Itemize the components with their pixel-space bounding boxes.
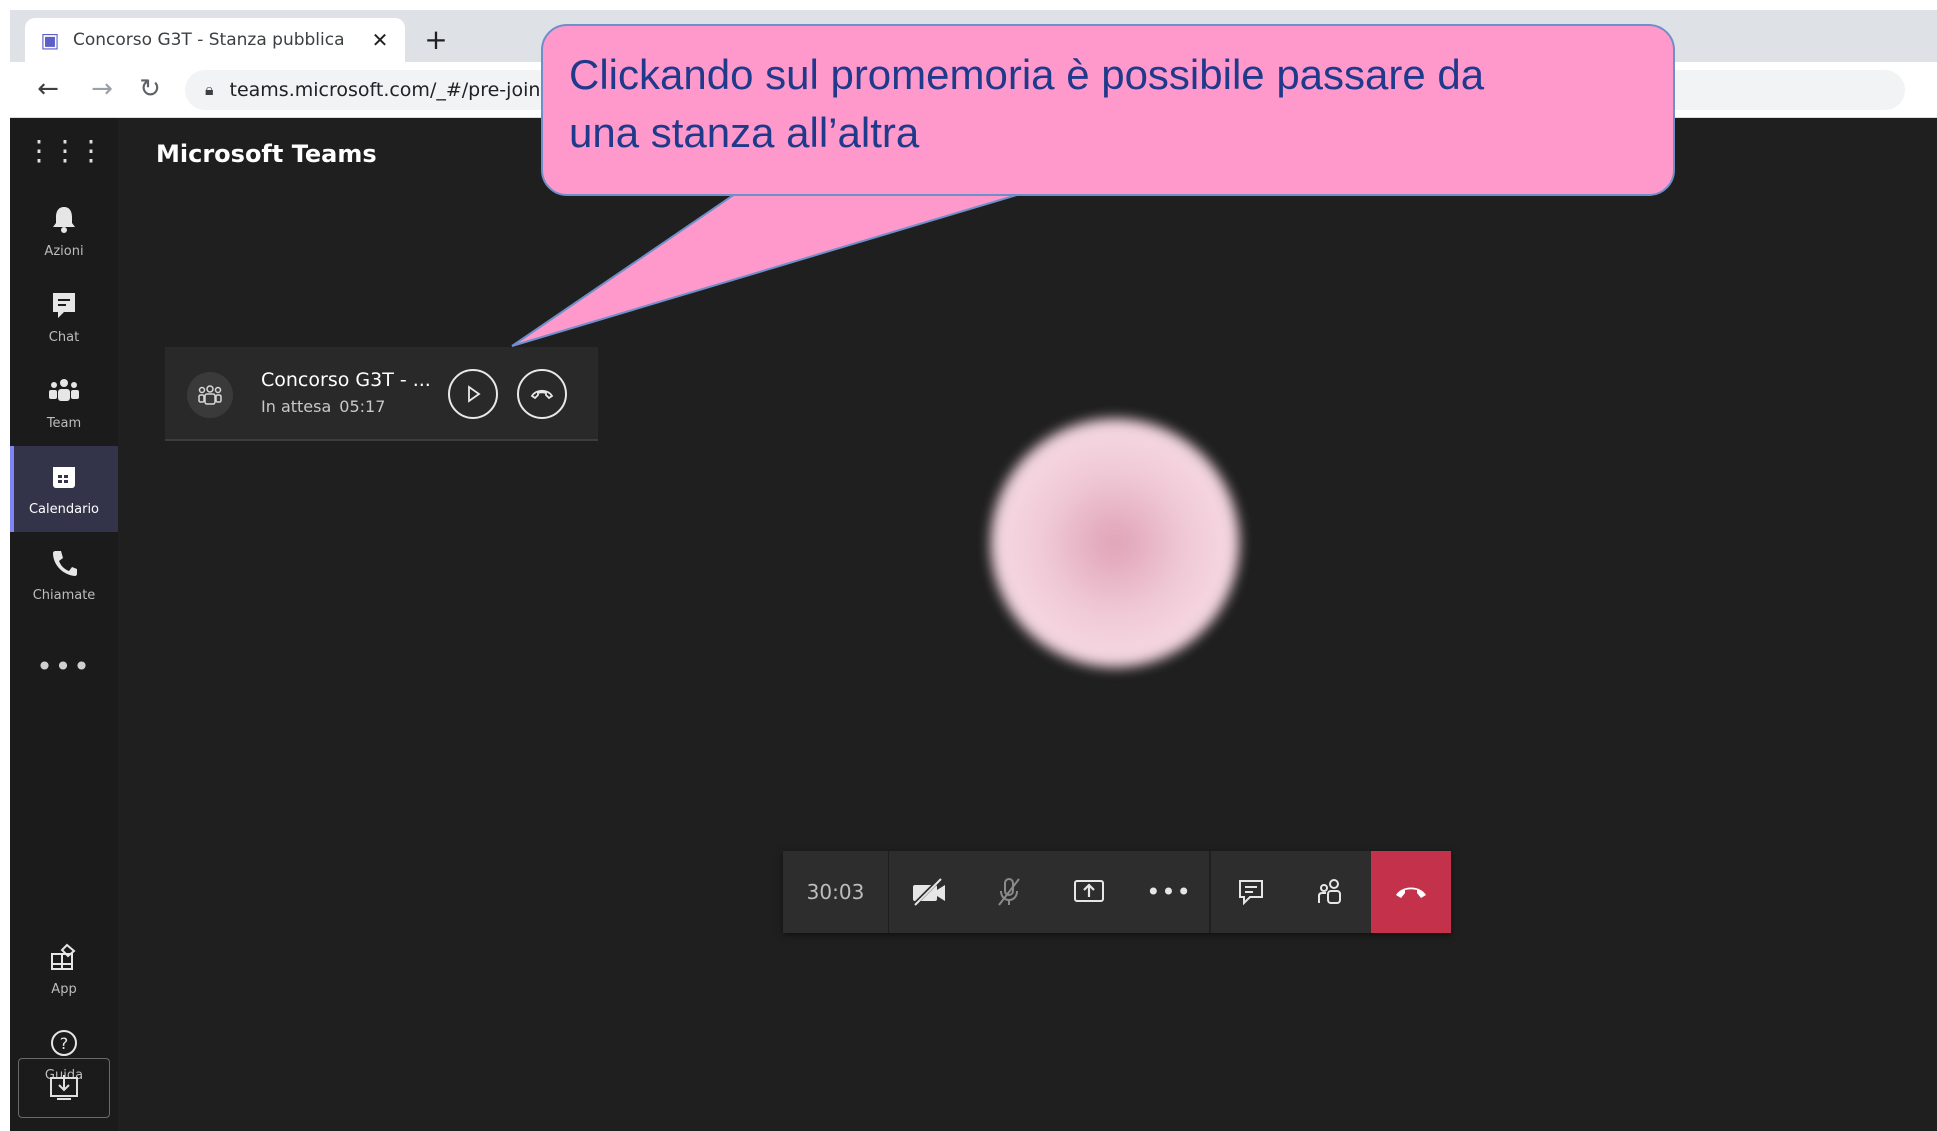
tab-title: Concorso G3T - Stanza pubblica <box>73 30 345 50</box>
browser-tab[interactable]: ▣ Concorso G3T - Stanza pubblica ✕ <box>25 18 405 62</box>
play-icon <box>468 385 481 403</box>
participants-icon <box>1318 879 1341 904</box>
rail-label: Azioni <box>44 243 84 259</box>
resume-call-button[interactable] <box>448 369 498 419</box>
callout-line-2: una stanza all’altra <box>569 109 920 156</box>
rail-item-app[interactable]: App <box>10 926 118 1012</box>
rail-label: Calendario <box>28 501 100 517</box>
mic-off-button[interactable] <box>969 851 1049 933</box>
show-participants-button[interactable] <box>1291 851 1371 933</box>
more-apps-icon[interactable]: ••• <box>10 650 118 683</box>
app-launcher-icon[interactable]: ⋮⋮⋮ <box>10 118 118 188</box>
tab-close-icon[interactable]: ✕ <box>369 28 391 52</box>
teams-favicon-icon: ▣ <box>40 28 60 52</box>
calendar-icon <box>50 462 78 500</box>
show-chat-button[interactable] <box>1211 851 1291 933</box>
rail-label: App <box>51 981 77 997</box>
held-call-title: Concorso G3T - ... <box>261 369 431 391</box>
rail-label: Team <box>46 415 82 431</box>
bell-icon <box>50 204 78 242</box>
hang-up-button[interactable] <box>1371 851 1451 933</box>
rail-item-team[interactable]: Team <box>10 360 118 446</box>
callout-line-1: Clickando sul promemoria è possibile pas… <box>569 51 1485 98</box>
svg-text:?: ? <box>60 1034 69 1053</box>
download-app-button[interactable] <box>18 1058 110 1118</box>
rail-item-chat[interactable]: Chat <box>10 274 118 360</box>
rail-item-chiamate[interactable]: Chiamate <box>10 532 118 618</box>
phone-icon <box>50 548 78 586</box>
callout-annotation: Clickando sul promemoria è possibile pas… <box>541 24 1675 196</box>
forward-icon[interactable]: → <box>86 74 118 104</box>
app-title: Microsoft Teams <box>156 140 377 168</box>
reload-icon[interactable]: ↻ <box>134 74 166 104</box>
lock-icon: 🔒︎ <box>205 80 214 99</box>
mic-off-icon <box>998 878 1020 906</box>
participant-avatar <box>990 418 1240 668</box>
held-call-time: 05:17 <box>339 397 386 416</box>
hang-up-icon <box>530 389 554 400</box>
rail-label: Chat <box>48 329 80 345</box>
camera-off-icon <box>912 877 945 907</box>
new-tab-button[interactable]: + <box>420 24 452 56</box>
more-actions-icon[interactable]: ••• <box>1129 851 1209 933</box>
teams-app: ⋮⋮⋮ Azioni Chat Team Calendario Chiamate… <box>10 118 1937 1131</box>
camera-off-button[interactable] <box>889 851 969 933</box>
hang-up-icon <box>1396 887 1426 898</box>
chat-icon <box>50 290 78 328</box>
call-timer: 30:03 <box>783 851 889 933</box>
share-screen-icon <box>1074 880 1104 902</box>
held-call-reminder[interactable]: Concorso G3T - ... In attesa 05:17 <box>165 347 598 441</box>
download-icon <box>50 1075 78 1100</box>
hang-up-held-button[interactable] <box>517 369 567 419</box>
call-controls: 30:03 ••• <box>783 851 1451 933</box>
chat-icon <box>1239 880 1263 906</box>
url-text: teams.microsoft.com/_#/pre-join <box>229 79 541 101</box>
app-rail: ⋮⋮⋮ Azioni Chat Team Calendario Chiamate… <box>10 118 118 1131</box>
share-screen-button[interactable] <box>1049 851 1129 933</box>
apps-icon <box>49 942 79 980</box>
rail-item-calendario[interactable]: Calendario <box>10 446 118 532</box>
teams-icon <box>48 376 80 414</box>
rail-label: Chiamate <box>32 587 96 603</box>
held-status-label: In attesa <box>261 397 332 416</box>
rail-item-azioni[interactable]: Azioni <box>10 188 118 274</box>
held-call-status: In attesa 05:17 <box>261 397 385 416</box>
back-icon[interactable]: ← <box>32 74 64 104</box>
meeting-group-icon <box>187 372 233 418</box>
